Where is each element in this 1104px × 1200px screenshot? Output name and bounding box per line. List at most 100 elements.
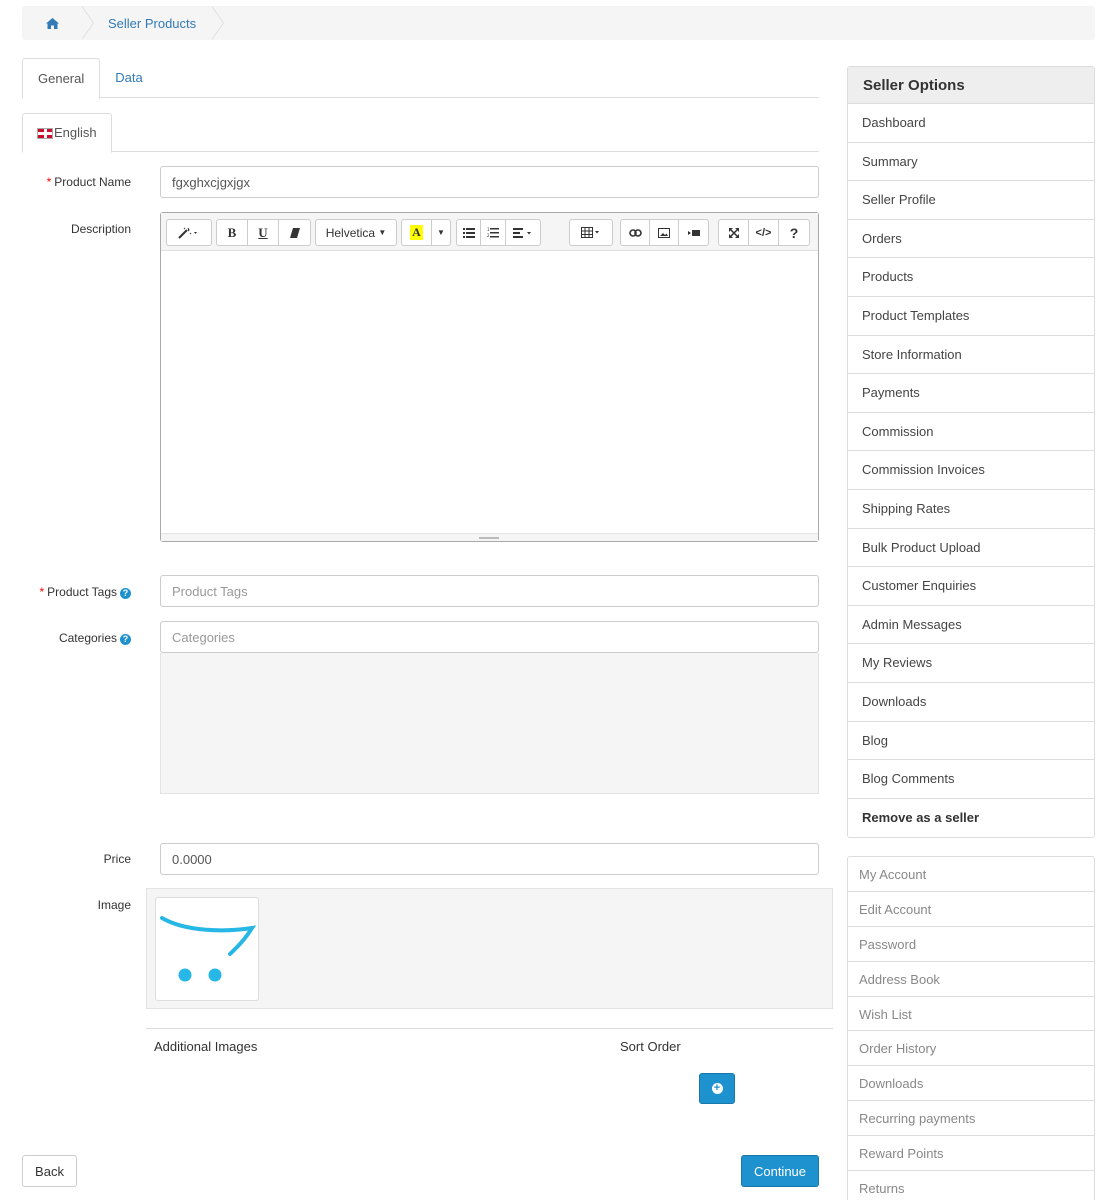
breadcrumb: Seller Products (22, 6, 1095, 40)
video-icon[interactable] (679, 220, 708, 245)
main-tabs: General Data (22, 58, 819, 99)
sidebar-item-my-reviews[interactable]: My Reviews (848, 644, 1094, 683)
account-menu-panel: My Account Edit Account Password Address… (847, 856, 1095, 1200)
sidebar-item-commission-invoices[interactable]: Commission Invoices (848, 451, 1094, 490)
price-label: Price (103, 852, 131, 866)
bold-button[interactable]: B (217, 220, 248, 245)
font-style-group: B U (216, 219, 311, 246)
product-tags-label: * Product Tags? (11, 585, 131, 599)
account-item-returns[interactable]: Returns (848, 1171, 1094, 1200)
tab-general[interactable]: General (22, 58, 101, 99)
color-group: A ▼ (401, 219, 451, 246)
sidebar-item-shipping-rates[interactable]: Shipping Rates (848, 490, 1094, 529)
help-icon[interactable]: ? (120, 634, 131, 645)
tab-data[interactable]: Data (100, 58, 157, 98)
categories-label: Categories? (11, 631, 131, 645)
image-icon[interactable] (650, 220, 679, 245)
required-marker: * (46, 175, 52, 189)
categories-list (160, 653, 819, 794)
account-item-password[interactable]: Password (848, 927, 1094, 962)
breadcrumb-seller-products[interactable]: Seller Products (82, 16, 212, 31)
cart-logo-icon (160, 916, 257, 982)
additional-images-column: Additional Images (154, 1039, 258, 1054)
editor-resize-handle[interactable] (161, 533, 818, 541)
sidebar-item-customer-enquiries[interactable]: Customer Enquiries (848, 567, 1094, 606)
add-image-button[interactable]: + (699, 1073, 735, 1104)
table-icon[interactable] (570, 220, 612, 245)
editor-toolbar: B U Helvetica ▼ A ▼ 12 </> ? (161, 213, 818, 251)
insert-group (620, 219, 709, 246)
description-label: Description (70, 222, 131, 236)
sidebar-item-store-information[interactable]: Store Information (848, 336, 1094, 375)
font-group: Helvetica ▼ (315, 219, 397, 246)
additional-images-header: Additional Images Sort Order (146, 1028, 833, 1064)
sidebar-item-dashboard[interactable]: Dashboard (848, 104, 1094, 143)
image-label: Image (97, 898, 131, 912)
sidebar-item-admin-messages[interactable]: Admin Messages (848, 606, 1094, 645)
align-icon[interactable] (506, 220, 540, 245)
paragraph-group: 12 (456, 219, 541, 246)
account-item-downloads[interactable]: Downloads (848, 1066, 1094, 1102)
misc-group: </> ? (718, 219, 810, 246)
product-tags-input[interactable] (160, 575, 819, 607)
account-item-my-account[interactable]: My Account (848, 857, 1094, 892)
underline-button[interactable]: U (248, 220, 279, 245)
color-letter: A (410, 225, 423, 240)
sidebar-item-products[interactable]: Products (848, 258, 1094, 297)
unordered-list-icon[interactable] (457, 220, 481, 245)
account-item-recurring-payments[interactable]: Recurring payments (848, 1101, 1094, 1137)
sort-order-column: Sort Order (620, 1039, 681, 1054)
svg-text:2: 2 (487, 233, 490, 238)
eraser-icon[interactable] (279, 220, 310, 245)
sidebar-item-commission[interactable]: Commission (848, 413, 1094, 452)
link-icon[interactable] (621, 220, 650, 245)
description-editor: B U Helvetica ▼ A ▼ 12 </> ? (160, 212, 819, 542)
product-name-input[interactable] (160, 166, 819, 198)
categories-input[interactable] (160, 621, 819, 653)
home-icon[interactable] (22, 6, 82, 40)
seller-options-panel: Seller Options Dashboard Summary Seller … (847, 66, 1095, 839)
fullscreen-icon[interactable] (719, 220, 749, 245)
sidebar-item-payments[interactable]: Payments (848, 374, 1094, 413)
price-input[interactable] (160, 843, 819, 875)
back-button[interactable]: Back (22, 1155, 77, 1187)
account-item-reward-points[interactable]: Reward Points (848, 1136, 1094, 1172)
style-group (166, 219, 212, 246)
ordered-list-icon[interactable]: 12 (481, 220, 506, 245)
sidebar-item-product-templates[interactable]: Product Templates (848, 297, 1094, 336)
editor-content-area[interactable] (161, 251, 818, 533)
caret-down-icon: ▼ (378, 228, 387, 237)
uk-flag-icon (37, 127, 53, 139)
account-item-address-book[interactable]: Address Book (848, 962, 1094, 997)
language-tabs: English (22, 113, 819, 153)
image-area (146, 888, 833, 1009)
sidebar-item-blog[interactable]: Blog (848, 722, 1094, 761)
sidebar-item-summary[interactable]: Summary (848, 143, 1094, 182)
magic-wand-icon[interactable] (167, 220, 211, 245)
sidebar-item-blog-comments[interactable]: Blog Comments (848, 760, 1094, 799)
svg-text:1: 1 (487, 227, 490, 232)
code-view-button[interactable]: </> (749, 220, 779, 245)
caret-down-icon[interactable]: ▼ (432, 220, 450, 245)
account-item-order-history[interactable]: Order History (848, 1031, 1094, 1067)
seller-options-title: Seller Options (848, 67, 1094, 104)
sidebar-item-orders[interactable]: Orders (848, 220, 1094, 259)
text-color-button[interactable]: A (402, 220, 432, 245)
tab-english[interactable]: English (22, 113, 112, 153)
sidebar-item-seller-profile[interactable]: Seller Profile (848, 181, 1094, 220)
help-icon[interactable]: ? (120, 588, 131, 599)
account-item-edit-account[interactable]: Edit Account (848, 892, 1094, 927)
tab-english-label: English (54, 125, 97, 140)
font-family-dropdown[interactable]: Helvetica ▼ (316, 220, 396, 245)
sidebar-item-downloads[interactable]: Downloads (848, 683, 1094, 722)
sidebar-item-bulk-product-upload[interactable]: Bulk Product Upload (848, 529, 1094, 568)
continue-button[interactable]: Continue (741, 1155, 819, 1187)
product-image-thumbnail[interactable] (155, 897, 259, 1001)
font-family-label: Helvetica (325, 225, 376, 240)
required-marker: * (39, 585, 45, 599)
plus-circle-icon: + (711, 1083, 723, 1094)
help-button[interactable]: ? (779, 220, 809, 245)
table-group (569, 219, 613, 246)
account-item-wish-list[interactable]: Wish List (848, 997, 1094, 1032)
sidebar-item-remove-seller[interactable]: Remove as a seller (848, 799, 1094, 838)
